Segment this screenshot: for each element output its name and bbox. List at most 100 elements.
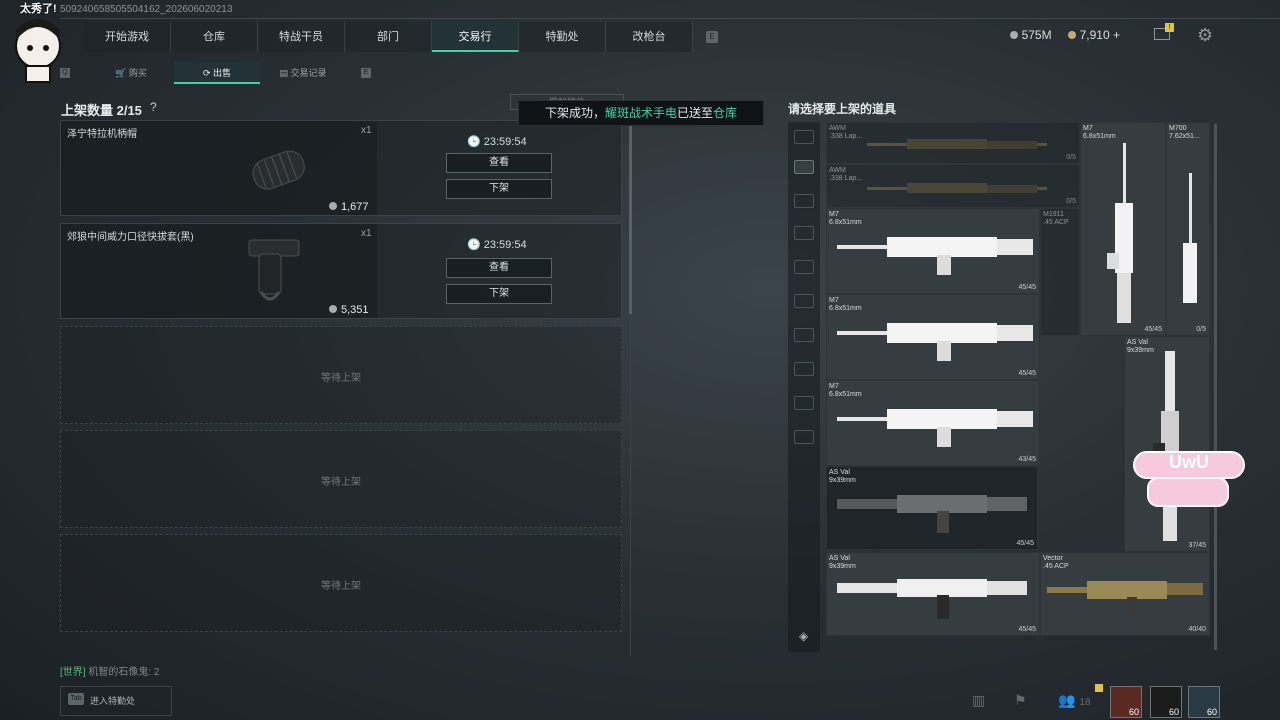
- subtab-records-label: 交易记录: [290, 68, 327, 78]
- stats-icon[interactable]: ▥: [972, 692, 985, 709]
- item-name: M7 6.8x51mm: [829, 383, 862, 398]
- view-button[interactable]: 查看: [446, 153, 552, 173]
- m7-image: [837, 409, 1033, 447]
- tab-warehouse[interactable]: 仓库: [171, 22, 258, 52]
- delist-success-toast: 下架成功，耀斑战术手电已送至仓库: [518, 100, 764, 126]
- help-icon[interactable]: ?: [150, 100, 157, 114]
- inventory-item[interactable]: M7 6.8x51mm 45/45: [1080, 122, 1166, 336]
- category-rig-icon[interactable]: [794, 226, 814, 240]
- tab-trading-house[interactable]: 交易行: [432, 22, 519, 52]
- subtab-records[interactable]: ▤ 交易记录: [260, 62, 346, 84]
- item-price: 5,351: [329, 304, 369, 316]
- item-name: AS Val 9x39mm: [1127, 339, 1154, 354]
- category-bag-icon[interactable]: [794, 260, 814, 274]
- delist-button[interactable]: 下架: [446, 284, 552, 304]
- m7-image: [837, 323, 1033, 361]
- tab-gunsmith[interactable]: 改枪台: [606, 22, 693, 52]
- chat-channel: [世界]: [60, 667, 86, 678]
- inventory-item[interactable]: M7 6.8x51mm 43/45: [826, 380, 1040, 466]
- tab-start-game[interactable]: 开始游戏: [84, 22, 171, 52]
- item-durability: 43/45: [1018, 456, 1036, 463]
- silver-currency: 575M: [1009, 28, 1052, 42]
- item-qty: x1: [361, 125, 372, 136]
- empty-slot-label: 等待上架: [321, 581, 361, 592]
- item-name: Vector .45 ACP: [1043, 555, 1069, 570]
- tab-department[interactable]: 部门: [345, 22, 432, 52]
- grip-cap-image: [252, 150, 305, 190]
- delist-button[interactable]: 下架: [446, 179, 552, 199]
- category-armor-icon[interactable]: [794, 194, 814, 208]
- inventory-item[interactable]: AWM .338 Lap... 0/5: [826, 122, 1080, 164]
- subtab-sell[interactable]: ⟳ 出售: [174, 62, 260, 84]
- friends-badge: [1095, 684, 1103, 692]
- inventory-item[interactable]: M700 7.62x51... 0/5: [1166, 122, 1210, 336]
- inventory-item[interactable]: AS Val 9x39mm 45/45: [826, 552, 1040, 636]
- inventory-scrollbar[interactable]: [1214, 124, 1217, 650]
- avatar-level: 60: [1128, 707, 1139, 717]
- settings-gear-icon[interactable]: ⚙: [1197, 26, 1215, 44]
- item-preview[interactable]: 泽宁特拉机柄帽 x1 1,677: [61, 121, 377, 215]
- empty-slot[interactable]: 等待上架: [60, 534, 622, 632]
- team-avatar-3[interactable]: 60: [1188, 686, 1220, 718]
- item-name: M1911 .45 ACP: [1043, 211, 1069, 226]
- item-name: AWM .338 Lap...: [829, 125, 863, 140]
- category-weapon-icon[interactable]: [794, 160, 814, 174]
- uwu-sticker: UwU: [1126, 448, 1252, 510]
- gold-currency[interactable]: 7,910 +: [1067, 28, 1120, 42]
- item-name: AWM .338 Lap...: [829, 167, 863, 182]
- listing-count-title: 上架数量 2/15: [61, 103, 142, 118]
- add-currency-button[interactable]: +: [1113, 28, 1120, 42]
- streamer-avatar-sticker: 太秀了!: [0, 0, 72, 84]
- friends-count: 18: [1079, 697, 1091, 708]
- inventory-item[interactable]: M1911 .45 ACP: [1040, 208, 1080, 336]
- friends-icon[interactable]: 👥 18: [1058, 692, 1090, 709]
- inventory-item[interactable]: M7 6.8x51mm 45/45: [826, 294, 1040, 380]
- gold-amount: 7,910: [1079, 28, 1110, 42]
- category-parts-icon[interactable]: [794, 328, 814, 342]
- inventory-item[interactable]: Vector .45 ACP 40/40: [1040, 552, 1210, 636]
- inventory-item[interactable]: AWM .338 Lap... 0/5: [826, 164, 1080, 208]
- tab-special-service[interactable]: 特勤处: [519, 22, 606, 52]
- item-durability: 45/45: [1018, 370, 1036, 377]
- timer-value: 23:59:54: [483, 136, 527, 148]
- currency-display: 575M 7,910 +: [1009, 28, 1120, 42]
- category-misc-icon[interactable]: [794, 430, 814, 444]
- category-medical-icon[interactable]: [794, 362, 814, 376]
- view-button[interactable]: 查看: [446, 258, 552, 278]
- tab-operators[interactable]: 特战干员: [258, 22, 345, 52]
- subtab-buy[interactable]: 🛒 购买: [88, 62, 174, 84]
- nav-key-hint-icon: E: [706, 31, 718, 43]
- item-durability: 0/5: [1066, 154, 1076, 161]
- category-helmet-icon[interactable]: [794, 130, 814, 144]
- avatar-level: 60: [1168, 707, 1179, 717]
- item-name: M700 7.62x51...: [1169, 125, 1200, 140]
- flag-icon[interactable]: ⚑: [1014, 692, 1027, 709]
- silver-amount: 575M: [1021, 28, 1052, 42]
- awm-image: [867, 183, 1047, 193]
- team-avatar-2[interactable]: 60: [1150, 686, 1182, 718]
- top-divider: [60, 18, 1280, 19]
- category-ammo-icon[interactable]: [794, 294, 814, 308]
- item-durability: 45/45: [1144, 326, 1162, 333]
- team-avatar-1[interactable]: 60: [1110, 686, 1142, 718]
- item-durability: 45/45: [1018, 284, 1036, 291]
- empty-slot[interactable]: 等待上架: [60, 326, 622, 424]
- toast-item: 耀斑战术手电: [604, 106, 677, 120]
- item-name: AS Val 9x39mm: [829, 469, 856, 484]
- layers-icon[interactable]: ◈: [799, 629, 808, 643]
- empty-slot[interactable]: 等待上架: [60, 430, 622, 528]
- m7-image: [1107, 143, 1133, 323]
- inventory-item[interactable]: AS Val 9x39mm 45/45: [826, 466, 1038, 550]
- clock-icon: 🕒: [467, 136, 481, 148]
- listing-scrollbar[interactable]: [629, 124, 632, 314]
- world-chat[interactable]: [世界] 机智的石像鬼: 2: [60, 663, 159, 678]
- inventory-item[interactable]: M7 6.8x51mm 45/45: [826, 208, 1040, 294]
- item-preview[interactable]: 郊狼中间威力口径快拔套(黑) x1 5,351: [61, 224, 377, 318]
- item-name: M7 6.8x51mm: [829, 297, 862, 312]
- inventory-item[interactable]: AS Val 9x39mm 37/45: [1124, 336, 1210, 552]
- toast-destination: 仓库: [713, 106, 738, 120]
- gold-coin-icon: [1067, 31, 1076, 39]
- item-name: 郊狼中间威力口径快拔套(黑): [67, 232, 194, 243]
- category-keys-icon[interactable]: [794, 396, 814, 410]
- listing-slot-2: 郊狼中间威力口径快拔套(黑) x1 5,351 🕒 23:59:54 查看 下架: [60, 223, 622, 319]
